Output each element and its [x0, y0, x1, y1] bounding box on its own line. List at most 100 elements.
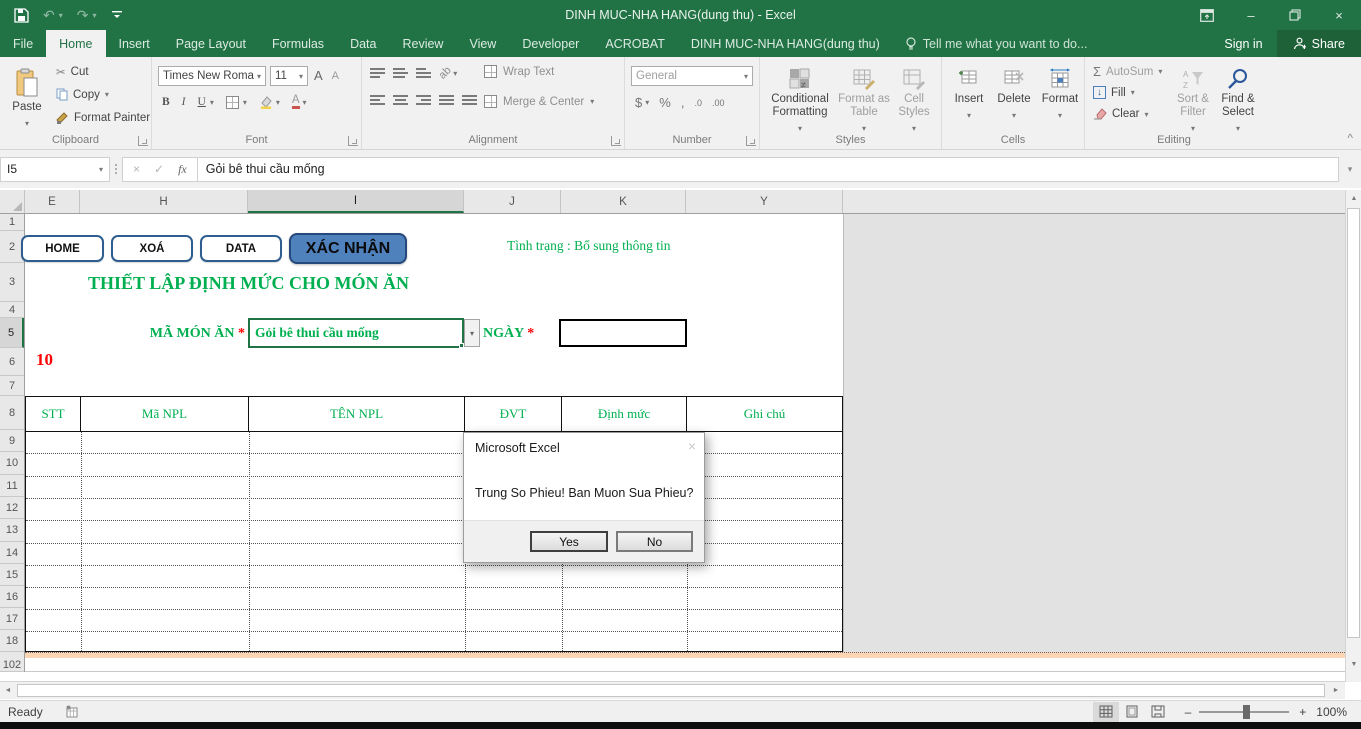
percent-style-icon[interactable]: %: [659, 95, 671, 110]
ngay-input[interactable]: [559, 319, 687, 347]
selected-cell-I5[interactable]: Gỏi bê thui cầu mống: [248, 318, 464, 348]
row-header-10[interactable]: 10: [0, 452, 24, 475]
row-header-7[interactable]: 7: [0, 376, 24, 396]
page-layout-view-icon[interactable]: [1119, 702, 1145, 722]
row-102-area[interactable]: [25, 658, 1345, 672]
undo-icon[interactable]: ↶: [43, 7, 55, 24]
normal-view-icon[interactable]: [1093, 702, 1119, 722]
column-header-I[interactable]: I: [248, 190, 464, 213]
tab-review[interactable]: Review: [389, 30, 456, 57]
font-family-combo[interactable]: Times New Roma ▾: [158, 66, 266, 86]
share-button[interactable]: Share: [1277, 30, 1361, 57]
save-icon[interactable]: [14, 8, 29, 23]
clipboard-dialog-launcher-icon[interactable]: [138, 136, 148, 146]
conditional-formatting-button[interactable]: ≠ Conditional Formatting ▾: [764, 61, 836, 135]
increase-decimal-icon[interactable]: .0: [694, 98, 702, 108]
page-break-view-icon[interactable]: [1145, 702, 1171, 722]
zoom-in-icon[interactable]: +: [1299, 705, 1306, 719]
align-center-icon[interactable]: [393, 95, 408, 105]
home-button[interactable]: HOME: [21, 235, 104, 262]
mon-an-dropdown-button[interactable]: ▾: [464, 319, 480, 347]
tell-me-box[interactable]: Tell me what you want to do...: [893, 30, 1100, 57]
scroll-up-icon[interactable]: ▲: [1346, 190, 1361, 207]
fill-color-dropdown-icon[interactable]: ▾: [276, 98, 280, 107]
cancel-entry-icon[interactable]: ×: [133, 162, 140, 176]
row-header-14[interactable]: 14: [0, 542, 24, 564]
vertical-scrollbar[interactable]: ▲ ▼: [1345, 190, 1361, 682]
align-bottom-icon[interactable]: [416, 68, 431, 78]
scroll-down-icon[interactable]: ▼: [1346, 656, 1361, 673]
expand-formula-bar-icon[interactable]: ▾: [1339, 164, 1361, 175]
dialog-yes-button[interactable]: Yes: [530, 531, 608, 552]
delete-cells-button[interactable]: Delete ▾: [992, 61, 1036, 122]
tab-file[interactable]: File: [0, 30, 46, 57]
row-header-15[interactable]: 15: [0, 564, 24, 586]
align-left-icon[interactable]: [370, 95, 385, 105]
format-cells-button[interactable]: Format ▾: [1038, 61, 1082, 122]
paste-button[interactable]: Paste ▾: [4, 61, 50, 130]
redo-dropdown-icon[interactable]: ▾: [92, 11, 96, 20]
accounting-format-icon[interactable]: $: [635, 95, 642, 110]
clear-button[interactable]: Clear ▾: [1093, 108, 1149, 120]
scroll-left-icon[interactable]: ◄: [0, 682, 16, 699]
row-header-1[interactable]: 1: [0, 214, 24, 231]
italic-icon[interactable]: I: [182, 96, 186, 108]
copy-button[interactable]: Copy ▾: [56, 88, 109, 101]
row-header-8[interactable]: 8: [0, 396, 24, 430]
number-dialog-launcher-icon[interactable]: [746, 136, 756, 146]
data-button[interactable]: DATA: [200, 235, 282, 262]
accounting-dropdown-icon[interactable]: ▾: [645, 98, 649, 107]
align-top-icon[interactable]: [370, 68, 385, 78]
shrink-font-icon[interactable]: A: [332, 70, 339, 82]
dialog-no-button[interactable]: No: [616, 531, 693, 552]
row-header-5[interactable]: 5: [0, 318, 24, 348]
comma-style-icon[interactable]: ,: [681, 95, 685, 110]
fill-color-icon[interactable]: [259, 95, 273, 109]
macro-record-icon[interactable]: [65, 705, 78, 718]
fill-button[interactable]: ↓ Fill ▾: [1093, 86, 1135, 99]
tab-view[interactable]: View: [456, 30, 509, 57]
formula-input[interactable]: Gỏi bê thui cầu mống: [198, 157, 1339, 182]
row-header-12[interactable]: 12: [0, 497, 24, 519]
scroll-right-icon[interactable]: ►: [1328, 682, 1344, 699]
font-color-icon[interactable]: A: [292, 95, 300, 109]
insert-function-icon[interactable]: fx: [178, 162, 187, 177]
tab-page-layout[interactable]: Page Layout: [163, 30, 259, 57]
ribbon-display-options-icon[interactable]: [1185, 0, 1229, 30]
borders-dropdown-icon[interactable]: ▾: [243, 98, 247, 107]
row-header-9[interactable]: 9: [0, 430, 24, 452]
collapse-ribbon-icon[interactable]: ^: [1347, 131, 1353, 145]
insert-cells-button[interactable]: Insert ▾: [948, 61, 990, 122]
wrap-text-button[interactable]: Wrap Text: [484, 65, 554, 78]
font-size-combo[interactable]: 11 ▾: [270, 66, 308, 86]
column-header-E[interactable]: E: [25, 190, 80, 213]
row-header-16[interactable]: 16: [0, 586, 24, 608]
row-header-13[interactable]: 13: [0, 519, 24, 542]
increase-indent-icon[interactable]: [462, 95, 477, 105]
font-color-dropdown-icon[interactable]: ▾: [303, 98, 307, 107]
vertical-scroll-thumb[interactable]: [1347, 208, 1360, 638]
number-format-combo[interactable]: General ▾: [631, 66, 753, 86]
tab-custom-addin[interactable]: DINH MUC-NHA HANG(dung thu): [678, 30, 893, 57]
row-header-18[interactable]: 18: [0, 630, 24, 652]
horizontal-scroll-thumb[interactable]: [17, 684, 1325, 697]
tab-acrobat[interactable]: ACROBAT: [592, 30, 678, 57]
undo-dropdown-icon[interactable]: ▾: [59, 11, 63, 20]
sign-in-link[interactable]: Sign in: [1210, 30, 1276, 57]
row-header-102[interactable]: 102: [0, 658, 24, 672]
column-header-H[interactable]: H: [80, 190, 248, 213]
decrease-indent-icon[interactable]: [439, 95, 454, 105]
align-right-icon[interactable]: [416, 95, 431, 105]
borders-icon[interactable]: [226, 96, 239, 109]
dialog-close-icon[interactable]: ×: [688, 438, 696, 454]
row-header-17[interactable]: 17: [0, 608, 24, 630]
tab-home[interactable]: Home: [46, 30, 105, 57]
xac-nhan-button[interactable]: XÁC NHẬN: [289, 233, 407, 264]
horizontal-scrollbar[interactable]: ◄ ►: [0, 681, 1345, 699]
select-all-corner[interactable]: [0, 190, 25, 213]
merge-center-button[interactable]: Merge & Center ▾: [484, 95, 594, 108]
orientation-icon[interactable]: ab: [437, 64, 454, 81]
zoom-slider[interactable]: [1199, 711, 1289, 713]
redo-icon[interactable]: ↷: [77, 7, 89, 24]
row-header-4[interactable]: 4: [0, 302, 24, 318]
